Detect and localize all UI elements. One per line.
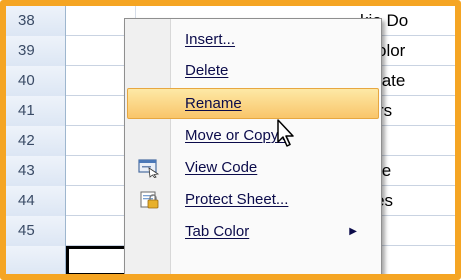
menu-item-tab-color[interactable]: Tab Color ▶ [127, 216, 379, 247]
row-header[interactable]: 42 [6, 126, 66, 156]
row-header[interactable]: 38 [6, 6, 66, 36]
menu-item-label: Move or Copy... [185, 127, 290, 144]
menu-item-label: View Code [185, 159, 258, 176]
mouse-pointer-icon [276, 118, 298, 148]
menu-item-view-code[interactable]: View Code [127, 152, 379, 183]
view-code-icon [137, 158, 161, 178]
row-header[interactable]: 41 [6, 96, 66, 126]
protect-sheet-icon [137, 190, 161, 210]
menu-item-label: Protect Sheet... [185, 191, 289, 208]
menu-item-move-or-copy[interactable]: Move or Copy... [127, 120, 379, 151]
sheet-tab-context-menu: Insert... Delete Rename Move or Copy... … [124, 18, 382, 274]
menu-item-protect-sheet[interactable]: Protect Sheet... [127, 184, 379, 215]
screenshot-frame: 38 kie Do 39 ticolor 40 colate 41 kers 4… [0, 0, 461, 280]
row-header[interactable]: 40 [6, 66, 66, 96]
menu-item-label: Rename [185, 95, 242, 112]
menu-item-label: Insert... [185, 31, 236, 48]
row-header[interactable]: 39 [6, 36, 66, 66]
menu-item-label: Delete [185, 62, 229, 79]
row-header[interactable]: 43 [6, 156, 66, 186]
row-header[interactable]: 45 [6, 216, 66, 246]
submenu-arrow-icon: ▶ [349, 226, 357, 237]
menu-item-insert[interactable]: Insert... [127, 24, 379, 55]
row-header[interactable]: 44 [6, 186, 66, 216]
menu-item-rename[interactable]: Rename [127, 88, 379, 119]
menu-item-label: Tab Color [185, 223, 250, 240]
row-header[interactable] [6, 246, 66, 274]
menu-item-delete[interactable]: Delete [127, 55, 379, 86]
